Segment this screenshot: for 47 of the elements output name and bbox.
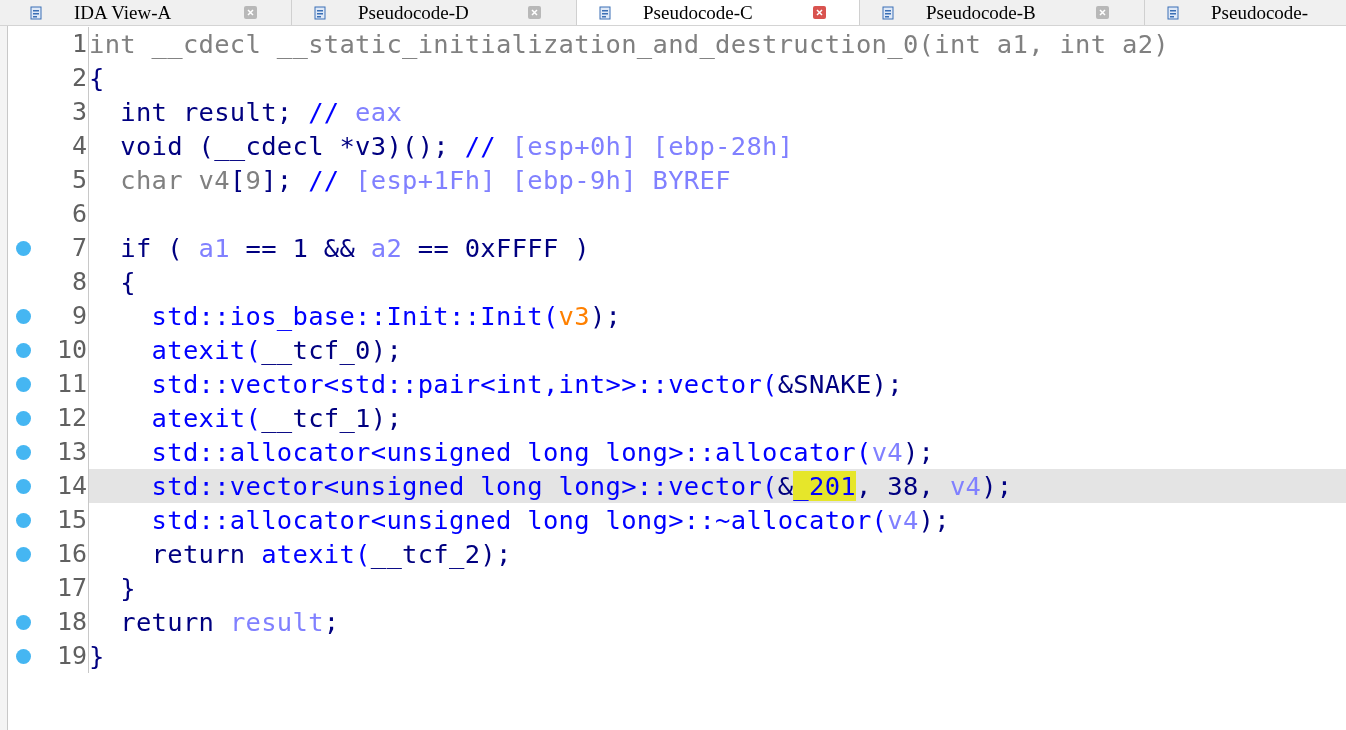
code-line: atexit(__tcf_1); xyxy=(150,401,403,435)
close-icon[interactable] xyxy=(244,6,257,19)
code-line: std::ios_base::Init::Init(v3); xyxy=(150,299,622,333)
line-number: 8 xyxy=(71,266,88,299)
close-icon[interactable] xyxy=(813,6,826,19)
line-number: 7 xyxy=(71,232,88,265)
code-line: if ( a1 == 1 && a2 == 0xFFFF ) xyxy=(119,231,590,265)
code-line: std::vector<unsigned long long>::vector(&_201, 38, v4); xyxy=(150,469,1013,503)
line-number: 3 xyxy=(71,96,88,129)
code-line: void (__cdecl *v3)(); // [esp+0h] [ebp-28h] xyxy=(119,129,794,163)
code-line: } xyxy=(89,639,105,673)
code-line: char v4[9]; // [esp+1Fh] [ebp-9h] BYREF xyxy=(119,163,731,197)
close-icon[interactable] xyxy=(528,6,541,19)
line-number: 11 xyxy=(56,368,88,401)
line-number: 14 xyxy=(56,470,88,503)
tab[interactable]: Pseudocode-C xyxy=(577,0,860,25)
code-line: int result; // eax xyxy=(119,95,403,129)
line-number: 1 xyxy=(71,28,88,61)
line-number: 19 xyxy=(56,640,88,673)
code-line: return result; xyxy=(119,605,340,639)
line-number: 13 xyxy=(56,436,88,469)
line-number: 5 xyxy=(71,164,88,197)
code-line: { xyxy=(119,265,136,299)
code-line: return atexit(__tcf_2); xyxy=(150,537,512,571)
code-line: std::vector<std::pair<int,int>>::vector(&SNAKE); xyxy=(150,367,903,401)
document-icon xyxy=(314,5,328,20)
line-number: 12 xyxy=(56,402,88,435)
line-number: 4 xyxy=(71,130,88,163)
line-number: 18 xyxy=(56,606,88,639)
line-number: 17 xyxy=(56,572,88,605)
document-icon xyxy=(30,5,44,20)
line-number: 16 xyxy=(56,538,88,571)
code-line: int __cdecl __static_initialization_and_destruction_0(int a1, int a2) xyxy=(89,27,1169,61)
code-line: { xyxy=(89,61,105,95)
document-icon xyxy=(1167,5,1181,20)
line-number: 2 xyxy=(71,62,88,95)
close-icon[interactable] xyxy=(1096,6,1109,19)
code-line: std::allocator<unsigned long long>::~allocator(v4); xyxy=(150,503,950,537)
code-line: } xyxy=(119,571,136,605)
document-icon xyxy=(599,5,613,20)
line-number: 10 xyxy=(56,334,88,367)
code-line: atexit(__tcf_0); xyxy=(150,333,403,367)
document-icon xyxy=(882,5,896,20)
line-number: 9 xyxy=(71,300,88,333)
line-number: 15 xyxy=(56,504,88,537)
code-line: std::allocator<unsigned long long>::allocator(v4); xyxy=(150,435,935,469)
line-number: 6 xyxy=(71,198,88,231)
